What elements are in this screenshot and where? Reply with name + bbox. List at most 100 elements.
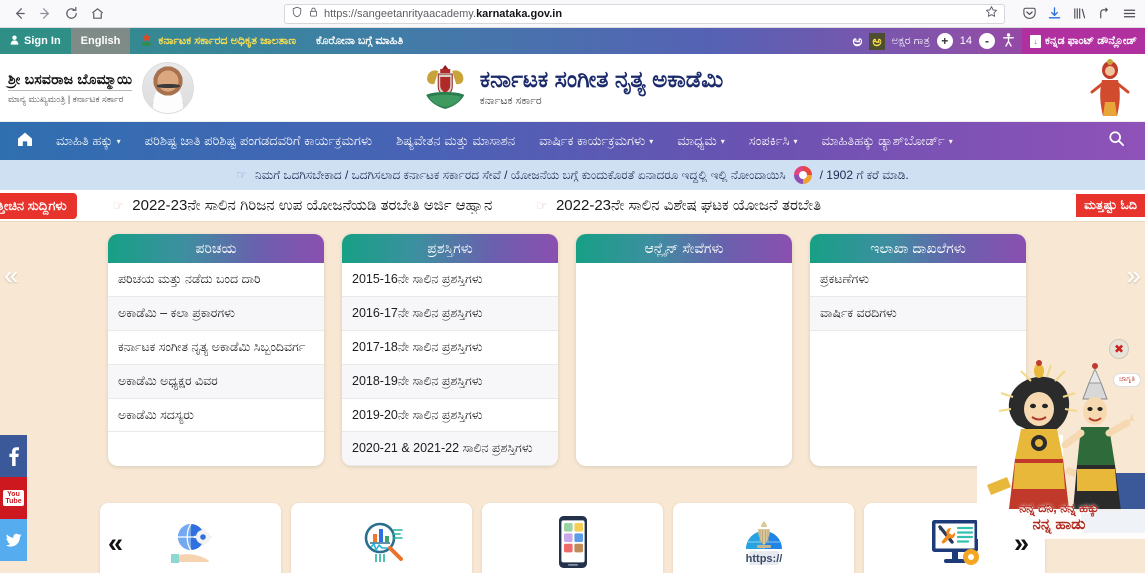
account-icon[interactable] [1096, 6, 1112, 22]
ticker-item[interactable]: ☞ 2022-23ನೇ ಸಾಲಿನ ವಿಶೇಷ ಘಟಕ ಯೋಜನೆ ತರಬೇತಿ [536, 197, 821, 214]
card-prashastigalu: ಪ್ರಶಸ್ತಿಗಳು 2015-16ನೇ ಸಾಲಿನ ಪ್ರಶಸ್ತಿಗಳು … [342, 234, 558, 467]
list-item[interactable]: ಪ್ರಕಟಣೆಗಳು [810, 263, 1026, 297]
tile-mobile-apps[interactable] [482, 503, 663, 573]
nav-item-contact[interactable]: ಸಂಪರ್ಕಿಸಿ ▾ [737, 122, 810, 160]
nav-item-rti-dashboard[interactable]: ಮಾಹಿತಿಹಕ್ಕು ಡ್ಯಾಶ್‌ಬೋರ್ಡ್ ▾ [810, 122, 965, 160]
nav-search-button[interactable] [1096, 122, 1145, 160]
address-bar[interactable]: https://sangeetanrityaacademy.karnataka.… [284, 3, 1005, 24]
youtube-icon[interactable]: You Tube [0, 477, 27, 519]
list-item[interactable]: 2018-19ನೇ ಸಾಲಿನ ಪ್ರಶಸ್ತಿಗಳು [342, 364, 558, 399]
government-utility-bar: Sign In English ಕರ್ನಾಟಕ ಸರ್ಕಾರದ ಅಧಿಕೃತ ಜ… [0, 28, 1145, 54]
reload-icon[interactable] [60, 3, 82, 25]
chief-minister-photo [142, 61, 195, 114]
promo-bubble-label: ಜಾಗೃತಿ [1113, 373, 1141, 387]
ticker-item[interactable]: ☞ 2022-23ನೇ ಸಾಲಿನ ಗಿರಿಜನ ಉಪ ಯೋಜನೆಯಡಿ ತರಬ… [113, 197, 493, 214]
font-highlight-toggle[interactable]: ಅ [869, 32, 885, 50]
facebook-icon[interactable] [0, 435, 27, 477]
download-icon[interactable] [1046, 6, 1062, 22]
card-title: ಪ್ರಶಸ್ತಿಗಳು [342, 234, 558, 263]
font-large-toggle[interactable]: ಅ [852, 33, 862, 50]
chevron-down-icon: ▾ [793, 136, 798, 146]
language-label: English [80, 35, 121, 47]
pointing-hand-icon: ☞ [236, 168, 248, 182]
language-toggle[interactable]: English [70, 28, 131, 54]
list-item[interactable]: 2016-17ನೇ ಸಾಲಿನ ಪ್ರಶಸ್ತಿಗಳು [342, 296, 558, 331]
nav-item-scholarship-pension[interactable]: ಶಿಷ್ಯವೇತನ ಮತ್ತು ಮಾಸಾಶನ [384, 122, 527, 160]
lock-icon [308, 5, 319, 23]
nav-item-rti[interactable]: ಮಾಹಿತಿ ಹಕ್ಕು ▾ [44, 122, 133, 160]
nav-label: ಮಾಧ್ಯಮ [677, 133, 717, 148]
nav-item-sc-st-programs[interactable]: ಪರಿಶಿಷ್ಟ ಜಾತಿ ಪರಿಶಿಷ್ಟ ಪಂಗಡದವರಿಗೆ ಕಾರ್ಯಕ… [133, 122, 385, 160]
chevron-down-icon: ▾ [116, 136, 121, 146]
list-item[interactable]: ಪರಿಚಯ ಮತ್ತು ನಡೆದು ಬಂದ ದಾರಿ [108, 263, 324, 297]
nav-label: ಮಾಹಿತಿ ಹಕ್ಕು [56, 133, 113, 148]
notice-suffix: / 1902 ಗೆ ಕರೆ ಮಾಡಿ. [819, 167, 909, 182]
card-list: 2015-16ನೇ ಸಾಲಿನ ಪ್ರಶಸ್ತಿಗಳು 2016-17ನೇ ಸಾ… [342, 263, 558, 467]
list-item[interactable]: ಅಕಾಡೆಮಿ ಸದಸ್ಯರು [108, 399, 324, 433]
page-body: « » ಪರಿಚಯ ಪರಿಚಯ ಮತ್ತು ನಡೆದು ಬಂದ ದಾರಿ ಅಕಾ… [0, 222, 1145, 573]
url-text: https://sangeetanrityaacademy.karnataka.… [324, 7, 563, 20]
youtube-glyph: You Tube [3, 489, 24, 507]
site-header: ಶ್ರೀ ಬಸವರಾಜ ಬೊಮ್ಮಾಯಿ ಮಾನ್ಯ ಮುಖ್ಯಮಂತ್ರಿ |… [0, 54, 1145, 122]
list-item[interactable]: 2020-21 & 2021-22 ಸಾಲಿನ ಪ್ರಶಸ್ತಿಗಳು [342, 432, 558, 467]
grievance-notice-strip: ☞ ನಿಮಗೆ ಒದಗಿಸಬೇಕಾದ / ಒದಗಿಸಲಾದ ಕರ್ನಾಟಕ ಸರ… [0, 160, 1145, 190]
nav-home-button[interactable] [0, 122, 44, 160]
accessibility-controls: ಅ ಅ ಅಕ್ಷರ ಗಾತ್ರ + 14 - ↓ ಕನ್ನಡ ಫಾಂಟ್ ಡೌನ… [852, 28, 1145, 54]
india-emblem-https-icon: https:// [745, 521, 782, 565]
font-download-button[interactable]: ↓ ಕನ್ನಡ ಫಾಂಟ್ ಡೌನ್ಲೋಡ್ [1022, 28, 1145, 54]
hamburger-menu-icon[interactable] [1121, 6, 1137, 22]
govt-portal-label: ಕರ್ನಾಟಕ ಸರ್ಕಾರದ ಅಧಿಕೃತ ಜಾಲತಾಣ [158, 34, 296, 47]
nav-label: ಪರಿಶಿಷ್ಟ ಜಾತಿ ಪರಿಶಿಷ್ಟ ಪಂಗಡದವರಿಗೆ ಕಾರ್ಯಕ… [144, 133, 373, 148]
list-item[interactable]: ಅಕಾಡೆಮಿ – ಕಲಾ ಪ್ರಕಾರಗಳು [108, 296, 324, 331]
karnataka-emblem-icon [140, 33, 153, 50]
promo-caption-line2: ನನ್ನ ಹಾಡು [1032, 516, 1086, 534]
list-item[interactable]: 2019-20ನೇ ಸಾಲಿನ ಪ್ರಶಸ್ತಿಗಳು [342, 399, 558, 433]
mobile-apps-icon [558, 516, 587, 568]
list-item[interactable]: ಕರ್ನಾಟಕ ಸಂಗೀತ ನೃತ್ಯ ಅಕಾಡೆಮಿ ಸಿಬ್ಬಂದಿವರ್ಗ [108, 331, 324, 365]
nav-item-annual-programs[interactable]: ವಾರ್ಷಿಕ ಕಾರ್ಯಕ್ರಮಗಳು ▾ [527, 122, 665, 160]
forward-arrow-icon[interactable] [34, 3, 56, 25]
pocket-icon[interactable] [1021, 6, 1037, 22]
tiles-prev-button[interactable]: « [108, 528, 123, 559]
list-item[interactable]: 2017-18ನೇ ಸಾಲಿನ ಪ್ರಶಸ್ತಿಗಳು [342, 331, 558, 365]
home-icon[interactable] [86, 3, 108, 25]
carousel-next-button[interactable]: » [1127, 260, 1141, 291]
nav-label: ಸಂಪರ್ಕಿಸಿ [748, 133, 790, 148]
font-increase-button[interactable]: + [936, 33, 953, 49]
tile-service-globe[interactable] [100, 503, 281, 573]
card-title: ಇಲಾಖಾ ದಾಖಲೆಗಳು [810, 234, 1026, 263]
ipgrs-badge-icon[interactable] [793, 166, 812, 184]
pointing-hand-icon: ☞ [536, 197, 548, 213]
ticker-item-label: 2022-23ನೇ ಸಾಲಿನ ಗಿರಿಜನ ಉಪ ಯೋಜನೆಯಡಿ ತರಬೇತ… [132, 197, 493, 214]
ticker-items: ☞ 2022-23ನೇ ಸಾಲಿನ ಗಿರಿಜನ ಉಪ ಯೋಜನೆಯಡಿ ತರಬ… [77, 197, 1070, 214]
news-ticker: ಇತ್ತೀಚಿನ ಸುದ್ದಿಗಳು ☞ 2022-23ನೇ ಸಾಲಿನ ಗಿರ… [0, 190, 1145, 222]
carousel-prev-button[interactable]: « [4, 260, 18, 291]
ticker-label: ಇತ್ತೀಚಿನ ಸುದ್ದಿಗಳು [0, 192, 77, 219]
corona-info-link[interactable]: ಕೊರೋನಾ ಬಗ್ಗೆ ಮಾಹಿತಿ [306, 28, 413, 54]
twitter-icon[interactable] [0, 519, 27, 561]
svg-text:https://: https:// [745, 553, 782, 565]
star-icon[interactable] [985, 5, 998, 23]
library-icon[interactable] [1071, 6, 1087, 22]
nav-label: ಶಿಷ್ಯವೇತನ ಮತ್ತು ಮಾಸಾಶನ [396, 133, 516, 148]
close-icon[interactable]: ✖ [1109, 339, 1129, 359]
nav-item-media[interactable]: ಮಾಧ್ಯಮ ▾ [665, 122, 737, 160]
tile-india-portal[interactable]: https:// [673, 503, 854, 573]
promo-popup: ✖ ಜಾಗೃತಿ ನನ್ನ ದನಿ, ನನ್ನ ಹಕ್ಕು ನನ್ನ ಹಾಡು [977, 339, 1145, 539]
tile-data-analytics[interactable] [291, 503, 472, 573]
accessibility-icon[interactable] [1002, 32, 1015, 50]
chevron-down-icon: ▾ [649, 136, 654, 146]
sign-in-button[interactable]: Sign In [0, 28, 71, 54]
notice-text: ನಿಮಗೆ ಒದಗಿಸಬೇಕಾದ / ಒದಗಿಸಲಾದ ಕರ್ನಾಟಕ ಸರ್ಕ… [255, 167, 786, 182]
read-more-button[interactable]: ಮತ್ತಷ್ಟು ಓದಿ [1076, 194, 1145, 217]
list-item[interactable]: 2015-16ನೇ ಸಾಲಿನ ಪ್ರಶಸ್ತಿಗಳು [342, 263, 558, 297]
karnataka-state-emblem-icon [422, 61, 468, 115]
card-online-services: ಆನ್ಲೈನ್ ಸೇವೆಗಳು [576, 234, 792, 466]
font-decrease-button[interactable]: - [979, 33, 996, 49]
list-item[interactable]: ವಾರ್ಷಿಕ ವರದಿಗಳು [810, 296, 1026, 331]
back-arrow-icon[interactable] [8, 3, 30, 25]
list-item[interactable]: ಅಕಾಡೆಮಿ ಅಧ್ಯಕ್ಷರ ವಿವರ [108, 364, 324, 399]
govt-portal-link[interactable]: ಕರ್ನಾಟಕ ಸರ್ಕಾರದ ಅಧಿಕೃತ ಜಾಲತಾಣ [130, 28, 306, 54]
pointing-hand-icon: ☞ [112, 197, 125, 213]
magnifier-chart-icon [364, 522, 403, 562]
